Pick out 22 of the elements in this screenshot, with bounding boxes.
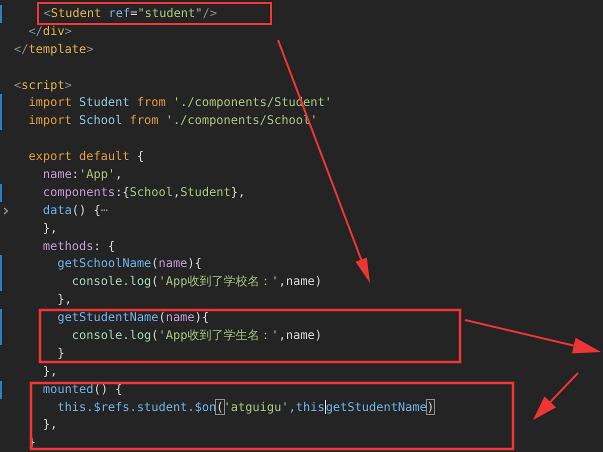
code-line: </template> xyxy=(14,40,94,58)
code-line: <Student ref="student"/> xyxy=(44,5,217,22)
code-line: }, xyxy=(42,416,58,434)
arrow xyxy=(533,372,579,420)
code-line: console.log('App收到了学生名：',name) xyxy=(72,327,322,344)
code-line: export default { xyxy=(28,148,144,166)
code-line: methods: { xyxy=(42,238,116,255)
fold-chevron-icon[interactable] xyxy=(3,206,9,215)
code-line: } xyxy=(57,344,65,362)
code-line: this.$refs.student.$on('atguigu',this getStudentName) xyxy=(57,398,434,416)
code-line: getStudentName(name){ xyxy=(57,309,210,326)
code-line: <script> xyxy=(14,76,72,94)
code-line: name:'App', xyxy=(42,166,122,184)
code-line: </div> xyxy=(28,22,72,40)
code-line: data() {⋯ xyxy=(42,202,108,219)
code-line: components:{School,Student}, xyxy=(42,184,246,201)
code-line: console.log('App收到了学校名：',name) xyxy=(72,273,322,290)
code-line: }, xyxy=(57,291,72,308)
code-line: }, xyxy=(42,220,58,237)
code-line: getSchoolName(name){ xyxy=(57,255,202,272)
code-line: mounted() { xyxy=(42,380,122,398)
code-line: }, xyxy=(42,362,58,380)
